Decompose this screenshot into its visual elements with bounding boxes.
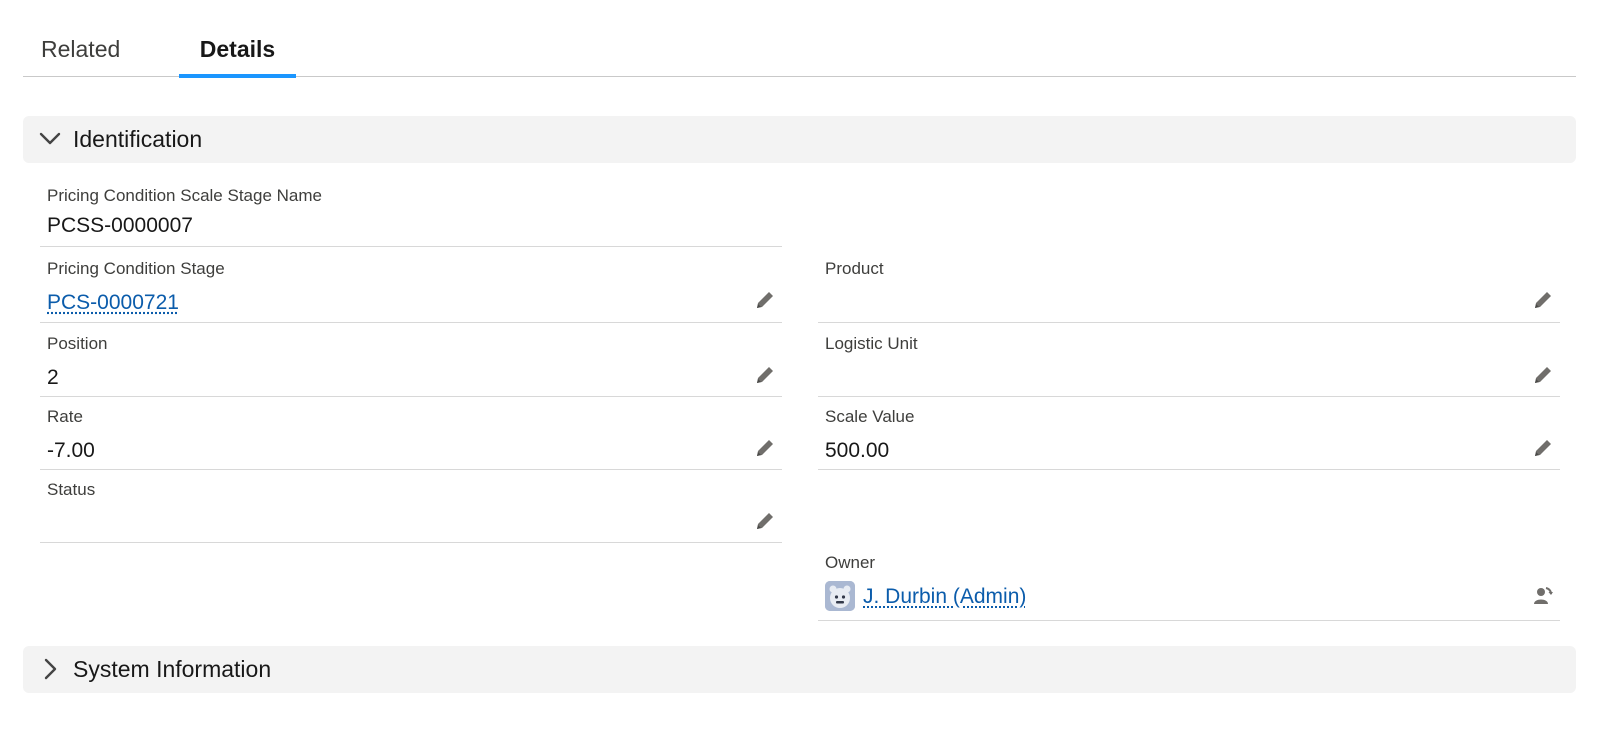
field-scale-value: Scale Value 500.00 [818,403,1560,470]
field-label: Pricing Condition Scale Stage Name [47,186,322,205]
field-label: Owner [825,553,876,572]
field-label: Pricing Condition Stage [47,259,225,278]
owner-link[interactable]: J. Durbin (Admin) [863,585,1026,609]
chevron-down-icon [37,126,63,152]
field-label: Product [825,259,884,278]
section-system-information-header[interactable]: System Information [23,646,1576,693]
field-product: Product [818,255,1560,323]
field-value: 500.00 [825,439,890,462]
section-title: System Information [73,656,272,682]
pencil-icon[interactable] [1530,435,1556,461]
field-value: -7.00 [47,439,95,462]
change-owner-icon[interactable] [1530,583,1556,609]
field-owner: Owner J. Durbin (Admin) [818,549,1560,621]
chevron-right-icon [37,656,63,682]
tab-related[interactable]: Related [41,0,123,77]
pencil-icon[interactable] [752,362,778,388]
field-label: Rate [47,407,83,426]
field-label: Position [47,334,108,353]
field-label: Scale Value [825,407,915,426]
pencil-icon[interactable] [752,435,778,461]
pencil-icon[interactable] [1530,287,1556,313]
field-rate: Rate -7.00 [40,403,782,470]
pricing-condition-stage-link[interactable]: PCS-0000721 [47,291,179,315]
field-value: PCSS-0000007 [47,214,193,237]
pencil-icon[interactable] [752,508,778,534]
field-logistic-unit: Logistic Unit [818,330,1560,397]
field-name: Pricing Condition Scale Stage Name PCSS-… [40,182,782,247]
field-status: Status [40,476,782,543]
tab-bar: Related Details [23,0,1576,78]
field-label: Status [47,480,96,499]
tab-details[interactable]: Details [179,0,296,78]
field-position: Position 2 [40,330,782,397]
section-title: Identification [73,126,203,152]
avatar [825,581,855,611]
pencil-icon[interactable] [752,287,778,313]
section-identification-header[interactable]: Identification [23,116,1576,163]
field-value: 2 [47,366,59,389]
field-pricing-condition-stage: Pricing Condition Stage PCS-0000721 [40,255,782,323]
field-label: Logistic Unit [825,334,918,353]
pencil-icon[interactable] [1530,362,1556,388]
